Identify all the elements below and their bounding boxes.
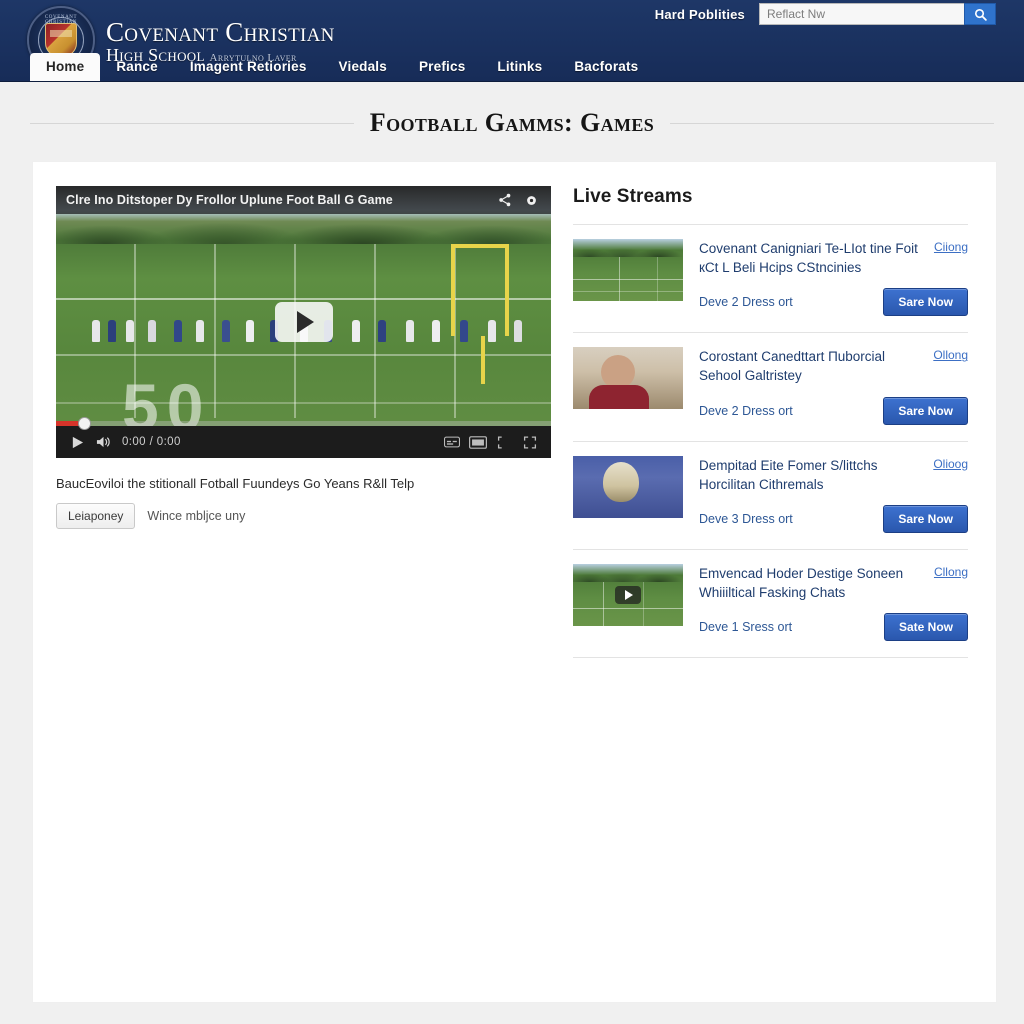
play-icon[interactable] <box>64 429 90 455</box>
nav-item-rance[interactable]: Rance <box>100 54 174 81</box>
leiaponey-button[interactable]: Leiaponey <box>56 503 136 530</box>
video-column: 50 Clre Ino Ditstoper Dy Frollor Uplune … <box>56 186 551 962</box>
stream-list-item[interactable]: Emvencad Hoder Destige Soneen Whiiiltica… <box>573 550 968 659</box>
stream-watch-button[interactable]: Sare Now <box>883 288 968 317</box>
utility-link-policies[interactable]: Hard Poblities <box>655 7 745 22</box>
caption-actions: Leiaponey Wince mbljce uny <box>56 503 551 530</box>
stream-thumbnail[interactable] <box>573 239 683 301</box>
header-utility-bar: Hard Poblities <box>655 3 996 25</box>
theater-mode-icon[interactable] <box>465 429 491 455</box>
content-card: 50 Clre Ino Ditstoper Dy Frollor Uplune … <box>33 162 996 1002</box>
nav-item-prefics[interactable]: Prefics <box>403 54 481 81</box>
stream-tag[interactable]: Olioog <box>933 456 968 471</box>
page-title-row: Football Gamms: Games <box>30 108 994 138</box>
nav-item-home[interactable]: Home <box>30 53 101 81</box>
video-time-display: 0:00 / 0:00 <box>122 436 181 448</box>
player-control-bar: 0:00 / 0:00 <box>56 417 551 458</box>
page-title: Football Gamms: Games <box>369 108 655 137</box>
video-player[interactable]: 50 Clre Ino Ditstoper Dy Frollor Uplune … <box>56 186 551 458</box>
stream-thumbnail[interactable] <box>573 455 683 518</box>
title-rule-left <box>30 122 354 124</box>
site-header: COVENANT CHRISTIAN Covenant Christian Hi… <box>0 0 1024 82</box>
stream-title[interactable]: Dempitad Eite Fomer S/littchs Horcilitan… <box>699 456 923 494</box>
stream-meta: Deve 3 Dress ort <box>699 511 793 526</box>
stream-tag[interactable]: Ollong <box>933 347 968 362</box>
video-title: Clre Ino Ditstoper Dy Frollor Uplune Foo… <box>66 193 393 207</box>
gear-icon[interactable] <box>521 190 541 210</box>
live-streams-column: Live Streams Covenant Canigniari Te-LIot… <box>573 186 968 962</box>
stream-title[interactable]: Emvencad Hoder Destige Soneen Whiiiltica… <box>699 564 924 602</box>
search-icon[interactable] <box>964 3 996 25</box>
captions-icon[interactable] <box>439 429 465 455</box>
stream-body: Covenant Canigniari Te-LIot tine Foit кC… <box>699 239 968 317</box>
brand-name-line1: Covenant Christian <box>106 16 335 47</box>
miniplayer-icon[interactable] <box>491 429 517 455</box>
volume-icon[interactable] <box>90 429 116 455</box>
share-icon[interactable] <box>495 190 515 210</box>
nav-item-litinks[interactable]: Litinks <box>481 54 558 81</box>
stream-watch-button[interactable]: Sare Now <box>883 504 968 533</box>
stream-meta: Deve 2 Dress ort <box>699 403 793 418</box>
stream-watch-button[interactable]: Sare Now <box>883 396 968 425</box>
caption-note: Wince mbljce uny <box>147 509 246 524</box>
live-streams-heading: Live Streams <box>573 186 968 225</box>
stream-title[interactable]: Corostant Canedttart Пuborcial Sehool Ga… <box>699 347 923 385</box>
video-caption: BaucEoviloi the stitionall Fotball Fuund… <box>56 476 415 491</box>
nav-item-bacforats[interactable]: Bacforats <box>558 54 654 81</box>
main-navigation: Home Rance Imagent Retiories Viedals Pre… <box>0 53 1024 81</box>
nav-item-imagent-retiories[interactable]: Imagent Retiories <box>174 54 323 81</box>
player-top-bar: Clre Ino Ditstoper Dy Frollor Uplune Foo… <box>56 186 551 214</box>
stream-list-item[interactable]: Dempitad Eite Fomer S/littchs Horcilitan… <box>573 442 968 550</box>
video-progress-bar[interactable] <box>56 417 551 430</box>
stream-body: Emvencad Hoder Destige Soneen Whiiiltica… <box>699 564 968 642</box>
stream-list-item[interactable]: Corostant Canedttart Пuborcial Sehool Ga… <box>573 333 968 442</box>
stream-title[interactable]: Covenant Canigniari Te-LIot tine Foit кC… <box>699 239 924 277</box>
stream-list-item[interactable]: Covenant Canigniari Te-LIot tine Foit кC… <box>573 225 968 334</box>
thumbnail-play-icon[interactable] <box>615 585 641 604</box>
play-overlay-icon[interactable] <box>274 302 333 342</box>
search-input[interactable] <box>759 3 964 25</box>
stream-meta: Deve 2 Dress ort <box>699 295 793 310</box>
stream-body: Dempitad Eite Fomer S/littchs Horcilitan… <box>699 456 968 533</box>
stream-meta: Deve 1 Sress ort <box>699 620 793 635</box>
fullscreen-icon[interactable] <box>517 429 543 455</box>
stream-tag[interactable]: Ciiong <box>934 239 968 254</box>
stream-thumbnail[interactable] <box>573 347 683 410</box>
stream-body: Corostant Canedttart Пuborcial Sehool Ga… <box>699 347 968 425</box>
stream-tag[interactable]: Cllong <box>934 564 968 579</box>
stream-watch-button[interactable]: Sate Now <box>883 613 968 642</box>
title-rule-right <box>670 122 994 124</box>
crest-shield-icon <box>45 23 77 57</box>
nav-item-viedals[interactable]: Viedals <box>323 54 403 81</box>
search-bar <box>759 3 996 25</box>
stream-thumbnail[interactable] <box>573 563 683 626</box>
